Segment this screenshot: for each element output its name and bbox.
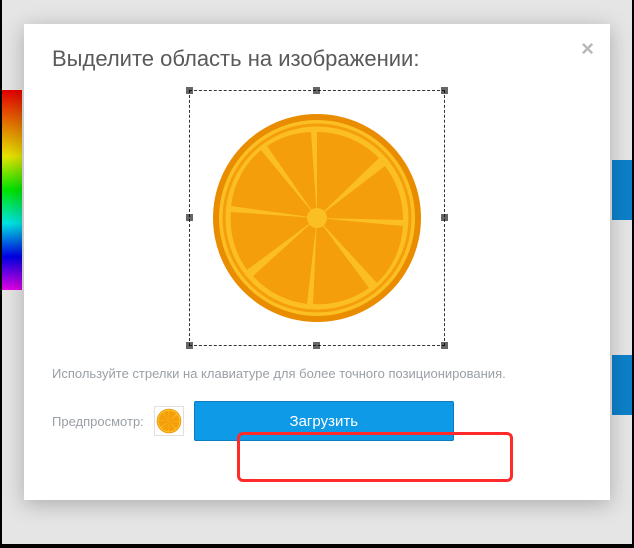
crop-handle-bottom-right[interactable] [441,342,448,349]
modal-title: Выделите область на изображении: [52,46,582,72]
crop-modal: × Выделите область на изображении: [24,24,610,500]
orange-slice-icon [156,408,182,434]
preview-label: Предпросмотр: [52,414,144,429]
crop-selection-area[interactable] [189,90,445,346]
crop-handle-bottom-mid[interactable] [313,342,320,349]
crop-handle-mid-right[interactable] [441,214,448,221]
crop-handle-bottom-left[interactable] [186,342,193,349]
close-button[interactable]: × [581,38,594,60]
crop-handle-top-right[interactable] [441,87,448,94]
hint-text: Используйте стрелки на клавиатуре для бо… [52,366,582,381]
crop-handle-top-mid[interactable] [313,87,320,94]
orange-slice-icon [207,108,427,328]
preview-thumbnail [154,406,184,436]
crop-handle-mid-left[interactable] [186,214,193,221]
crop-handle-top-left[interactable] [186,87,193,94]
upload-button[interactable]: Загрузить [194,401,454,441]
modal-footer: Предпросмотр: Загрузить [52,401,582,441]
